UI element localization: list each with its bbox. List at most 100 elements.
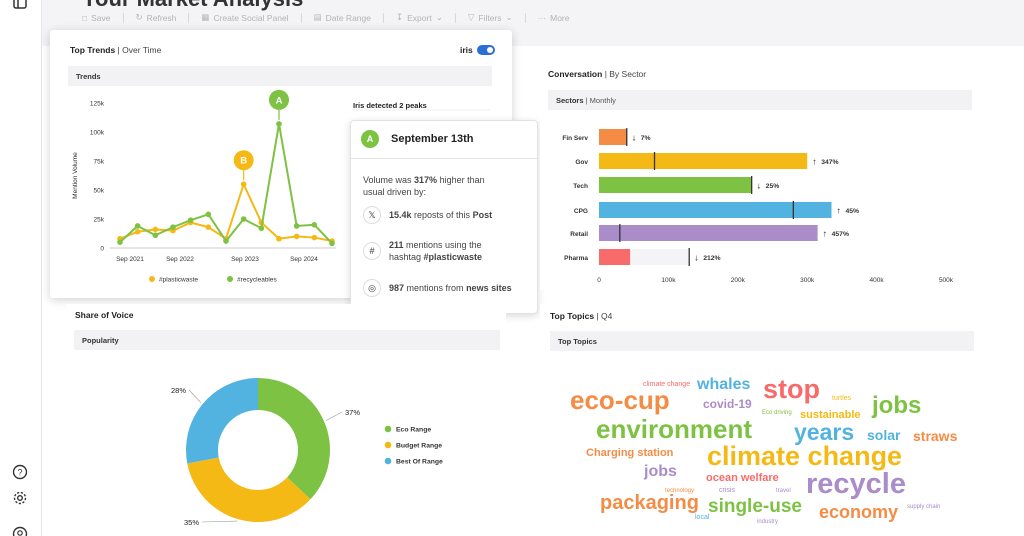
topic-word[interactable]: crisis bbox=[719, 487, 735, 494]
topic-word[interactable]: solar bbox=[867, 428, 900, 442]
tooltip-text: hashtag bbox=[389, 252, 424, 262]
topic-word[interactable]: jobs bbox=[644, 464, 677, 480]
topic-word[interactable]: turtles bbox=[832, 395, 851, 402]
data-point bbox=[152, 232, 159, 239]
topic-word[interactable]: Charging station bbox=[586, 448, 673, 459]
topic-word[interactable]: supply chain bbox=[907, 504, 940, 510]
y-tick-label: 0 bbox=[100, 246, 104, 253]
data-point bbox=[205, 211, 212, 218]
topic-word[interactable]: single-use bbox=[708, 497, 802, 516]
donut-slice bbox=[186, 378, 258, 464]
panel-toggle-icon[interactable] bbox=[12, 0, 28, 10]
date-range-button[interactable]: ▤ Date Range bbox=[314, 12, 371, 23]
data-point bbox=[187, 217, 194, 223]
legend-swatch bbox=[149, 276, 155, 282]
refresh-button[interactable]: ↻ Refresh bbox=[136, 12, 177, 23]
topic-word[interactable]: travel bbox=[776, 488, 791, 494]
data-point bbox=[134, 228, 141, 235]
svg-text:?: ? bbox=[17, 468, 22, 478]
donut-slice bbox=[258, 378, 330, 500]
topic-word[interactable]: industry bbox=[757, 519, 778, 525]
topic-word[interactable]: climate change bbox=[707, 443, 902, 470]
slice-value-label: 35% bbox=[184, 518, 199, 527]
arrow-down-icon: ↓ bbox=[632, 133, 637, 143]
tooltip-value: 987 bbox=[389, 283, 405, 293]
slice-leader-line bbox=[325, 411, 343, 421]
legend-label: Budget Range bbox=[396, 443, 442, 450]
slice-leader-line bbox=[201, 520, 238, 523]
filters-button[interactable]: ▽ Filters ⌄ bbox=[468, 12, 513, 23]
x-logo-icon: 𝕏 bbox=[363, 206, 381, 224]
topic-word[interactable]: packaging bbox=[600, 493, 699, 513]
x-tick-label: 200k bbox=[731, 277, 746, 284]
topics-word-cloud: climate change whales stop turtles eco-cup co… bbox=[540, 304, 980, 536]
topic-word[interactable]: recycle bbox=[806, 470, 906, 499]
data-point bbox=[240, 216, 247, 222]
tooltip-summary-line2: usual driven by: bbox=[363, 187, 427, 197]
y-tick-label: 50k bbox=[94, 188, 105, 195]
create-social-panel-button[interactable]: ▦ Create Social Panel bbox=[201, 12, 288, 23]
tooltip-reason-news: ◎ 987 mentions from news sites bbox=[363, 279, 512, 297]
refresh-label: Refresh bbox=[146, 12, 177, 23]
create-social-panel-label: Create Social Panel bbox=[213, 12, 289, 23]
tooltip-text: mentions using the bbox=[403, 240, 482, 250]
topic-word[interactable]: ocean welfare bbox=[706, 473, 779, 484]
data-point bbox=[276, 235, 282, 242]
user-profile-icon[interactable] bbox=[12, 526, 28, 536]
topic-word[interactable]: Eco driving bbox=[762, 410, 792, 416]
peak-marker-label: B bbox=[240, 156, 247, 167]
iris-toggle-switch[interactable] bbox=[477, 45, 495, 55]
slice-leader-line bbox=[188, 389, 202, 404]
topic-word[interactable]: economy bbox=[819, 503, 898, 521]
y-tick-label: 25k bbox=[94, 217, 105, 224]
settings-gear-icon[interactable] bbox=[12, 490, 28, 506]
share-of-voice-card: Share of Voice Popularity 37% 35% 28% Eco R… bbox=[66, 304, 506, 536]
tooltip-reason-text: 15.4k reposts of this Post bbox=[389, 210, 492, 220]
tooltip-hashtag: #plasticwaste bbox=[423, 252, 483, 262]
change-label: 45% bbox=[845, 208, 859, 215]
export-button[interactable]: ↧ Export ⌄ bbox=[396, 12, 443, 23]
arrow-up-icon: ↑ bbox=[823, 229, 828, 239]
series-line-1 bbox=[119, 123, 333, 245]
save-button[interactable]: □ Save bbox=[82, 13, 111, 23]
peak-badge: A bbox=[361, 130, 379, 148]
filters-label: Filters bbox=[478, 12, 502, 23]
legend-swatch bbox=[384, 425, 392, 433]
topic-word[interactable]: jobs bbox=[872, 394, 921, 418]
topic-word[interactable]: covid-19 bbox=[703, 398, 752, 410]
tooltip-text: higher than bbox=[437, 175, 485, 185]
legend-label: Eco Range bbox=[396, 427, 431, 434]
topic-word[interactable]: straws bbox=[913, 429, 957, 443]
toolbar-divider bbox=[382, 12, 384, 23]
save-icon: □ bbox=[82, 12, 88, 23]
more-button[interactable]: ··· More bbox=[538, 13, 570, 23]
topic-word[interactable]: whales bbox=[697, 377, 750, 393]
tooltip-post-link[interactable]: Post bbox=[473, 210, 493, 220]
toolbar-divider bbox=[524, 12, 526, 23]
topic-word[interactable]: local bbox=[695, 514, 709, 521]
change-label: 7% bbox=[641, 135, 651, 142]
legend-swatch bbox=[227, 276, 233, 282]
help-icon[interactable]: ? bbox=[12, 464, 28, 480]
sector-bar bbox=[599, 129, 627, 145]
topic-word[interactable]: environment bbox=[596, 416, 752, 442]
data-point bbox=[276, 121, 282, 127]
top-topics-card: Top Topics | Q4 Top Topics climate chang… bbox=[540, 304, 980, 536]
save-label: Save bbox=[91, 12, 111, 23]
share-of-voice-donut-chart: 37% 35% 28% Eco Range Budget Range Best Of Ra… bbox=[171, 378, 443, 527]
arrow-up-icon: ↑ bbox=[812, 157, 817, 167]
donut-slice bbox=[187, 457, 311, 522]
sector-label: CPG bbox=[574, 208, 588, 215]
sector-label: Retail bbox=[570, 231, 588, 238]
topic-word[interactable]: stop bbox=[763, 376, 820, 403]
toolbar: □ Save ↻ Refresh ▦ Create Social Panel ▤ Dat… bbox=[82, 12, 570, 23]
y-tick-label: 75k bbox=[94, 159, 105, 166]
topic-word[interactable]: eco-cup bbox=[570, 387, 670, 413]
export-label: Export bbox=[407, 12, 432, 23]
tooltip-text: mentions from bbox=[404, 283, 467, 293]
tooltip-value: 15.4k bbox=[389, 210, 412, 220]
data-point bbox=[293, 233, 300, 240]
sector-label: Tech bbox=[573, 183, 588, 190]
sector-bar-remainder bbox=[630, 249, 690, 265]
date-range-label: Date Range bbox=[325, 12, 371, 23]
